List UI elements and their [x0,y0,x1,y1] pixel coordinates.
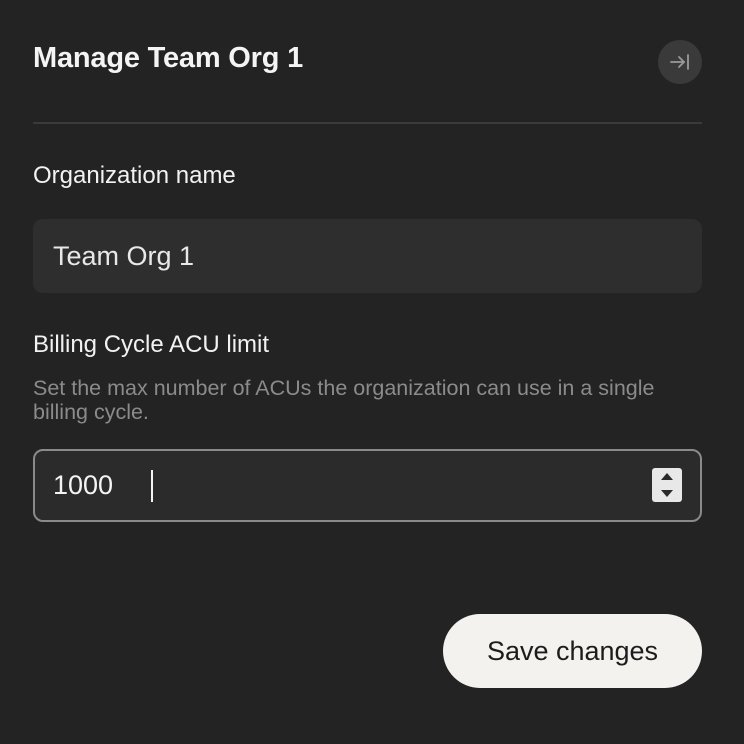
stepper-increment[interactable] [652,468,682,485]
text-cursor [151,470,153,502]
collapse-panel-button[interactable] [658,40,702,84]
manage-org-panel: Manage Team Org 1 Organization name Bill… [0,0,744,744]
caret-down-icon [661,490,673,497]
organization-name-label: Organization name [33,162,236,189]
panel-title: Manage Team Org 1 [33,42,304,74]
acu-limit-stepper[interactable] [652,468,682,502]
caret-up-icon [661,473,673,480]
acu-limit-input[interactable] [35,451,635,520]
collapse-right-icon [670,54,689,70]
stepper-decrement[interactable] [652,485,682,502]
save-changes-button[interactable]: Save changes [443,614,702,688]
acu-limit-label: Billing Cycle ACU limit [33,331,270,358]
acu-limit-field[interactable] [33,449,702,522]
header-divider [33,122,702,124]
organization-name-input[interactable] [33,219,702,293]
acu-limit-help-text: Set the max number of ACUs the organizat… [33,376,655,424]
